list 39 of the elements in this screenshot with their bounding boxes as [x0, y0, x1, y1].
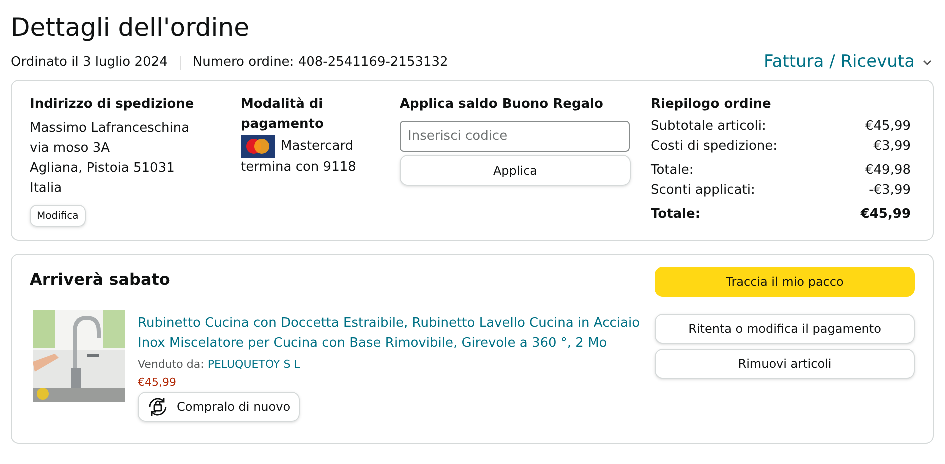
apply-button[interactable]: Applica — [400, 155, 631, 186]
bag-cycle-icon — [147, 396, 169, 418]
item-price: €45,99 — [138, 375, 178, 391]
summary-label: Totale: — [651, 206, 701, 224]
action-button[interactable]: Ritenta o modifica il pagamento — [655, 314, 915, 344]
summary-label: Totale: — [651, 162, 694, 180]
code-input-field[interactable]: Inserisci codice — [400, 121, 630, 152]
address-line: via moso 3A — [30, 140, 112, 158]
section-heading: Modalità di pagamento — [241, 96, 325, 134]
seller-link[interactable]: PELUQUETOY S L — [208, 358, 300, 371]
summary-value: €45,99 — [860, 206, 911, 224]
summary-value: €45,99 — [866, 118, 911, 136]
delivery-heading: Arriverà sabato — [30, 269, 172, 291]
address-line: Agliana, Pistoia 51031 — [30, 160, 176, 178]
buy-again-button[interactable]: Compralo di nuovo — [138, 392, 300, 422]
product-title-link[interactable]: Rubinetto Cucina con Doccetta Estraibile, Rubinetto Lavello Cucina in Acciaio Inox Miscelatore per Cucina con Base Rimovibile, Girevole a 360 °, 2 Mo — [138, 314, 648, 354]
action-button[interactable]: Rimuovi articoli — [655, 349, 915, 379]
summary-value: €49,98 — [866, 162, 911, 180]
summary-label: Costi di spedizione: — [651, 138, 778, 156]
address-line: Massimo Lafranceschina — [30, 120, 191, 138]
sold-by-label: Venduto da: — [138, 358, 204, 371]
summary-value: €3,99 — [874, 138, 911, 156]
summary-value: -€3,99 — [869, 182, 911, 200]
summary-label: Subtotale articoli: — [651, 118, 766, 136]
chevron-down-icon — [923, 60, 932, 66]
section-heading: Riepilogo ordine — [651, 96, 772, 114]
edit-button[interactable]: Modifica — [30, 205, 86, 227]
card-name: Mastercard — [281, 138, 354, 156]
order-date: Ordinato il 3 luglio 2024 — [11, 54, 168, 72]
card-logo-icon — [241, 135, 275, 158]
track-package-button[interactable]: Traccia il mio pacco — [655, 267, 915, 297]
section-heading: Applica saldo Buono Regalo — [400, 96, 604, 114]
section-heading: Indirizzo di spedizione — [30, 96, 196, 114]
address-line: Italia — [30, 180, 64, 198]
summary-label: Sconti applicati: — [651, 182, 756, 200]
invoice-link[interactable]: Fattura / Ricevuta — [764, 50, 932, 76]
card-ending: termina con 9118 — [241, 159, 358, 177]
page-title: Dettagli dell'ordine — [11, 12, 250, 44]
order-number: Numero ordine: 408-2541169-2153132 — [192, 54, 448, 72]
